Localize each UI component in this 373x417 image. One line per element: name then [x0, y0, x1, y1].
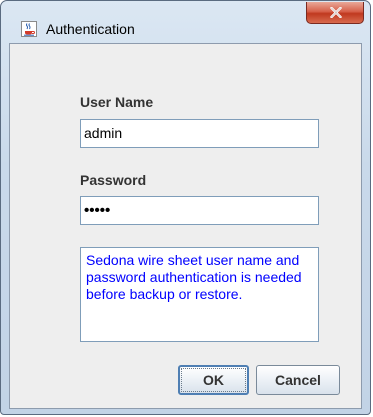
close-button[interactable]: [306, 2, 364, 24]
ok-button[interactable]: OK: [178, 365, 249, 395]
focus-ring: [181, 368, 246, 392]
cancel-button[interactable]: Cancel: [256, 365, 340, 395]
authentication-dialog: Authentication User Name admin Password …: [0, 0, 371, 415]
java-cup-icon: [21, 21, 37, 37]
password-field[interactable]: •••••: [80, 196, 319, 225]
info-message: Sedona wire sheet user name and password…: [80, 247, 319, 342]
password-label: Password: [80, 172, 147, 188]
title-bar[interactable]: Authentication: [1, 1, 370, 43]
window-title: Authentication: [46, 21, 135, 37]
close-x-icon: [330, 7, 342, 18]
username-label: User Name: [80, 94, 154, 110]
username-field[interactable]: admin: [80, 119, 319, 148]
cancel-button-label: Cancel: [275, 372, 321, 388]
dialog-content: User Name admin Password ••••• Sedona wi…: [9, 43, 362, 409]
